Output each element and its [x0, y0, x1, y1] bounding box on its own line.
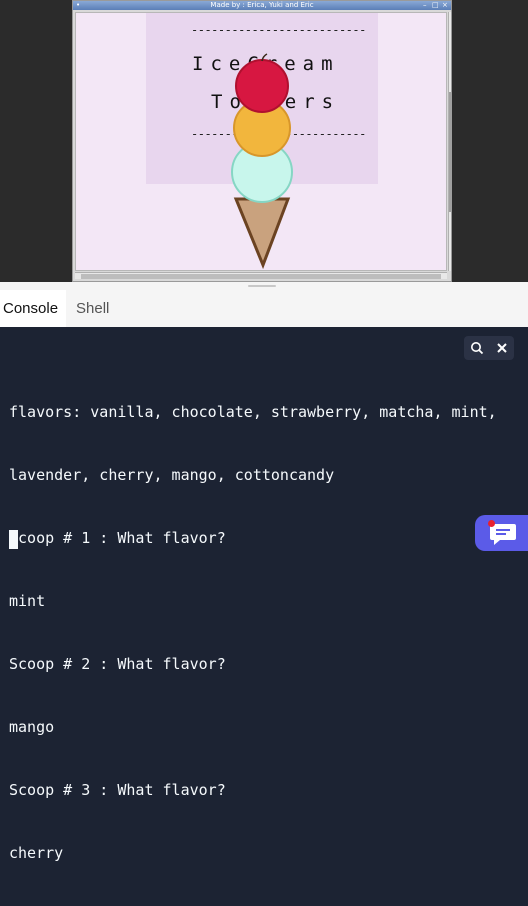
console-toolbar [464, 336, 514, 360]
chat-button[interactable] [475, 515, 528, 551]
tab-shell[interactable]: Shell [73, 290, 112, 327]
search-icon [470, 342, 483, 355]
minimize-icon[interactable]: – [423, 1, 427, 10]
tab-console[interactable]: Console [0, 290, 66, 327]
close-window-icon[interactable]: × [442, 1, 448, 10]
output-pane: • Made by : Erica, Yuki and Eric – □ × -… [0, 0, 528, 282]
console-line: lavender, cherry, mango, cottoncandy [9, 466, 335, 484]
cherry-scoop [235, 59, 289, 113]
console-line: flavors: vanilla, chocolate, strawberry,… [9, 403, 497, 421]
vertical-scroll-thumb[interactable] [449, 92, 452, 212]
horizontal-scrollbar[interactable] [75, 272, 447, 279]
horizontal-scroll-thumb[interactable] [81, 274, 441, 279]
clear-console-button[interactable] [489, 336, 514, 360]
console-line: cherry [9, 844, 64, 862]
console-pane[interactable]: flavors: vanilla, chocolate, strawberry,… [0, 327, 528, 862]
maximize-icon[interactable]: □ [432, 1, 439, 10]
console-line: Scoop # 3 : What flavor? [9, 781, 226, 799]
turtle-window-titlebar[interactable]: • Made by : Erica, Yuki and Eric – □ × [73, 1, 451, 10]
window-menu-icon[interactable]: • [76, 1, 80, 10]
turtle-canvas[interactable]: -------------------------- IceCream Topp… [75, 12, 447, 271]
console-line: Scoop # 1 : What flavor? [9, 529, 226, 547]
turtle-window-title: Made by : Erica, Yuki and Eric [210, 1, 314, 9]
cone [233, 197, 291, 270]
console-line: mint [9, 592, 46, 610]
turtle-window: • Made by : Erica, Yuki and Eric – □ × -… [72, 0, 452, 282]
console-input-cursor[interactable] [9, 530, 18, 549]
ice-cream-drawing [231, 53, 293, 270]
close-icon [496, 343, 507, 353]
pane-splitter[interactable] [0, 282, 528, 290]
vertical-scrollbar[interactable] [448, 12, 452, 271]
notification-dot [488, 520, 495, 527]
search-button[interactable] [464, 336, 489, 360]
console-line: Scoop # 2 : What flavor? [9, 655, 226, 673]
tab-bar: Console Shell [0, 290, 528, 327]
console-line: mango [9, 718, 55, 736]
console-output: flavors: vanilla, chocolate, strawberry,… [9, 360, 508, 906]
splitter-grip[interactable] [248, 285, 276, 287]
